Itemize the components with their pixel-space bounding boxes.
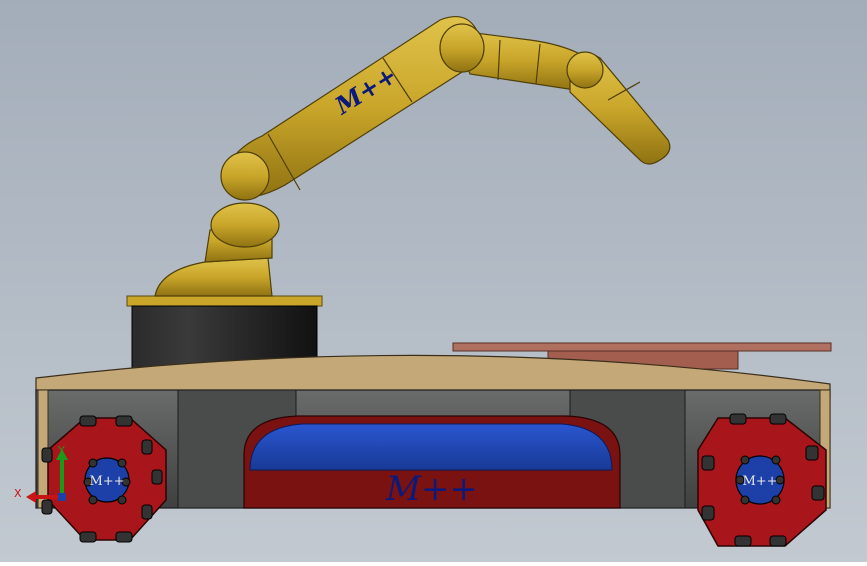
y-axis-label: Y [57, 444, 65, 457]
model-render: M++ M++ M++ M++ X Y [0, 0, 867, 562]
x-axis-label: X [14, 487, 22, 500]
wheel-right-logo: M++ [742, 474, 777, 489]
wheel-left-logo: M++ [89, 474, 124, 489]
cad-viewport[interactable]: M++ M++ M++ M++ X Y [0, 0, 867, 562]
chassis-logo: M++ [385, 469, 478, 509]
